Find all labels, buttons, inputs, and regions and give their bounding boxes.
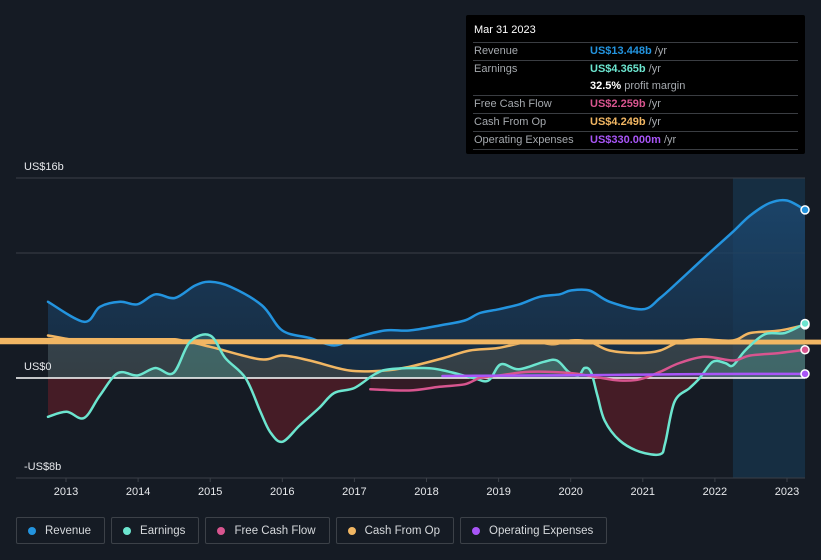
legend-item-free-cash-flow[interactable]: Free Cash Flow (205, 517, 330, 544)
tooltip-row-unit: /yr (663, 134, 677, 146)
legend-label: Operating Expenses (489, 524, 594, 537)
legend-dot-icon (28, 526, 36, 535)
tooltip-row-label: Earnings (474, 63, 518, 75)
x-tick-label: 2022 (703, 486, 727, 498)
tooltip-row-unit: /yr (648, 116, 661, 128)
x-tick-label: 2017 (342, 486, 366, 498)
legend-dot-icon (123, 526, 132, 535)
tooltip-row-unit: /yr (648, 98, 661, 110)
legend-label: Earnings (140, 524, 186, 537)
legend-label: Revenue (45, 524, 92, 537)
y-axis-label: US$0 (24, 361, 52, 373)
tooltip-row: 32.5% profit margin (473, 78, 798, 96)
tooltip: Mar 31 2023 Revenue US$13.448b/yr Earnings… (466, 15, 805, 154)
tooltip-row-unit: profit margin (624, 80, 686, 92)
earnings-end-dot (800, 318, 810, 329)
tooltip-row-label: Free Cash Flow (474, 98, 552, 110)
tooltip-row-label: Revenue (474, 45, 519, 57)
free-cash-flow-end-dot (800, 345, 810, 355)
operating-expenses-end-dot (800, 369, 810, 379)
x-tick-label: 2016 (270, 486, 294, 498)
x-tick-label: 2014 (126, 486, 150, 498)
legend-item-operating-expenses[interactable]: Operating Expenses (460, 517, 608, 544)
tooltip-row-label: Operating Expenses (474, 134, 574, 146)
revenue-end-dot (800, 205, 810, 215)
tooltip-row-label (473, 78, 590, 95)
legend-dot-icon (347, 526, 356, 535)
tooltip-date: Mar 31 2023 (473, 23, 798, 43)
x-tick-label: 2018 (414, 486, 438, 498)
legend-item-cash-from-op[interactable]: Cash From Op (335, 517, 455, 544)
tooltip-row-value: US$330.000m (590, 134, 661, 146)
y-axis-label: -US$8b (24, 461, 61, 473)
legend-dot-icon (217, 526, 226, 535)
legend-label: Cash From Op (364, 524, 441, 537)
y-axis-label: US$16b (24, 161, 64, 173)
tooltip-row: Revenue US$13.448b/yr (473, 43, 798, 61)
tooltip-row-value: 32.5% (590, 80, 622, 92)
x-tick-label: 2019 (486, 486, 510, 498)
tooltip-row-value: US$4.249b (590, 116, 646, 128)
tooltip-row: Operating Expenses US$330.000m/yr (473, 132, 798, 150)
tooltip-row-value: US$13.448b (590, 45, 652, 57)
tooltip-row-unit: /yr (648, 63, 661, 75)
tooltip-row-label: Cash From Op (474, 116, 547, 128)
legend-label: Free Cash Flow (234, 524, 316, 537)
x-tick-label: 2013 (54, 486, 78, 498)
tooltip-row-value: US$2.259b (590, 98, 646, 110)
tooltip-row: Cash From Op US$4.249b/yr (473, 114, 798, 132)
legend-item-revenue[interactable]: Revenue (16, 517, 106, 544)
tooltip-row: Earnings US$4.365b/yr (473, 61, 798, 78)
tooltip-row-value: US$4.365b (590, 63, 646, 75)
tooltip-row: Free Cash Flow US$2.259b/yr (473, 96, 798, 114)
legend-item-earnings[interactable]: Earnings (111, 517, 200, 544)
tooltip-row-unit: /yr (654, 45, 667, 57)
legend-dot-icon (472, 526, 481, 535)
x-tick-label: 2015 (198, 486, 222, 498)
x-tick-label: 2020 (558, 486, 582, 498)
x-tick-label: 2021 (631, 486, 655, 498)
x-tick-label: 2023 (775, 486, 799, 498)
legend: Revenue Earnings Free Cash Flow Cash From O… (16, 517, 608, 544)
